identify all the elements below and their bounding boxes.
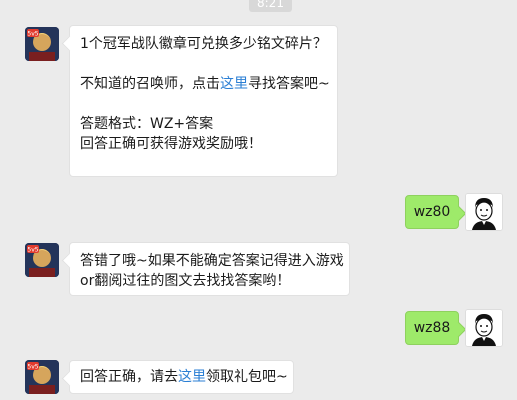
answer-2-text: wz88 [413,320,451,336]
game-avatar-icon[interactable]: 5v5 [25,360,59,394]
correct-suffix: 领取礼包吧~ [206,369,288,385]
hint-prefix: 不知道的召唤师，点击 [80,76,220,92]
correct-text: 回答正确，请去这里领取礼包吧~ [80,367,288,387]
message-bubble-answer-2: wz88 [405,311,459,345]
hint-text: 不知道的召唤师，点击这里寻找答案吧~ [80,74,330,94]
here-link[interactable]: 这里 [220,76,248,92]
wrong-text-line-1: 答错了哦~如果不能确定答案记得进入游戏 [80,253,344,269]
message-bubble-wrong: 答错了哦~如果不能确定答案记得进入游戏 or翻阅过往的图文去找找答案哟！ [69,242,350,296]
answer-format-text: 答题格式：WZ+答案 [80,116,214,132]
message-bubble-correct: 回答正确，请去这里领取礼包吧~ [69,360,294,394]
reward-text: 回答正确可获得游戏奖励哦！ [80,136,262,152]
timestamp-pill: 8:21 [249,0,292,12]
game-avatar-icon[interactable]: 5v5 [25,27,59,61]
user-avatar-icon[interactable] [465,193,503,231]
user-avatar-icon[interactable] [465,309,503,347]
correct-prefix: 回答正确，请去 [80,369,178,385]
message-bubble-answer-1: wz80 [405,195,459,229]
message-bubble-question: 1个冠军战队徽章可兑换多少铭文碎片？ 不知道的召唤师，点击这里寻找答案吧~ 答题… [69,25,338,177]
wrong-text-line-2: or翻阅过往的图文去找找答案哟！ [80,273,291,289]
svg-text:5v5: 5v5 [27,364,38,371]
here-link[interactable]: 这里 [178,369,206,385]
game-avatar-icon[interactable]: 5v5 [25,243,59,277]
question-text: 1个冠军战队徽章可兑换多少铭文碎片？ [80,36,327,52]
svg-text:5v5: 5v5 [27,247,38,254]
hint-suffix: 寻找答案吧~ [248,76,330,92]
answer-1-text: wz80 [413,204,451,220]
svg-text:5v5: 5v5 [27,31,38,38]
